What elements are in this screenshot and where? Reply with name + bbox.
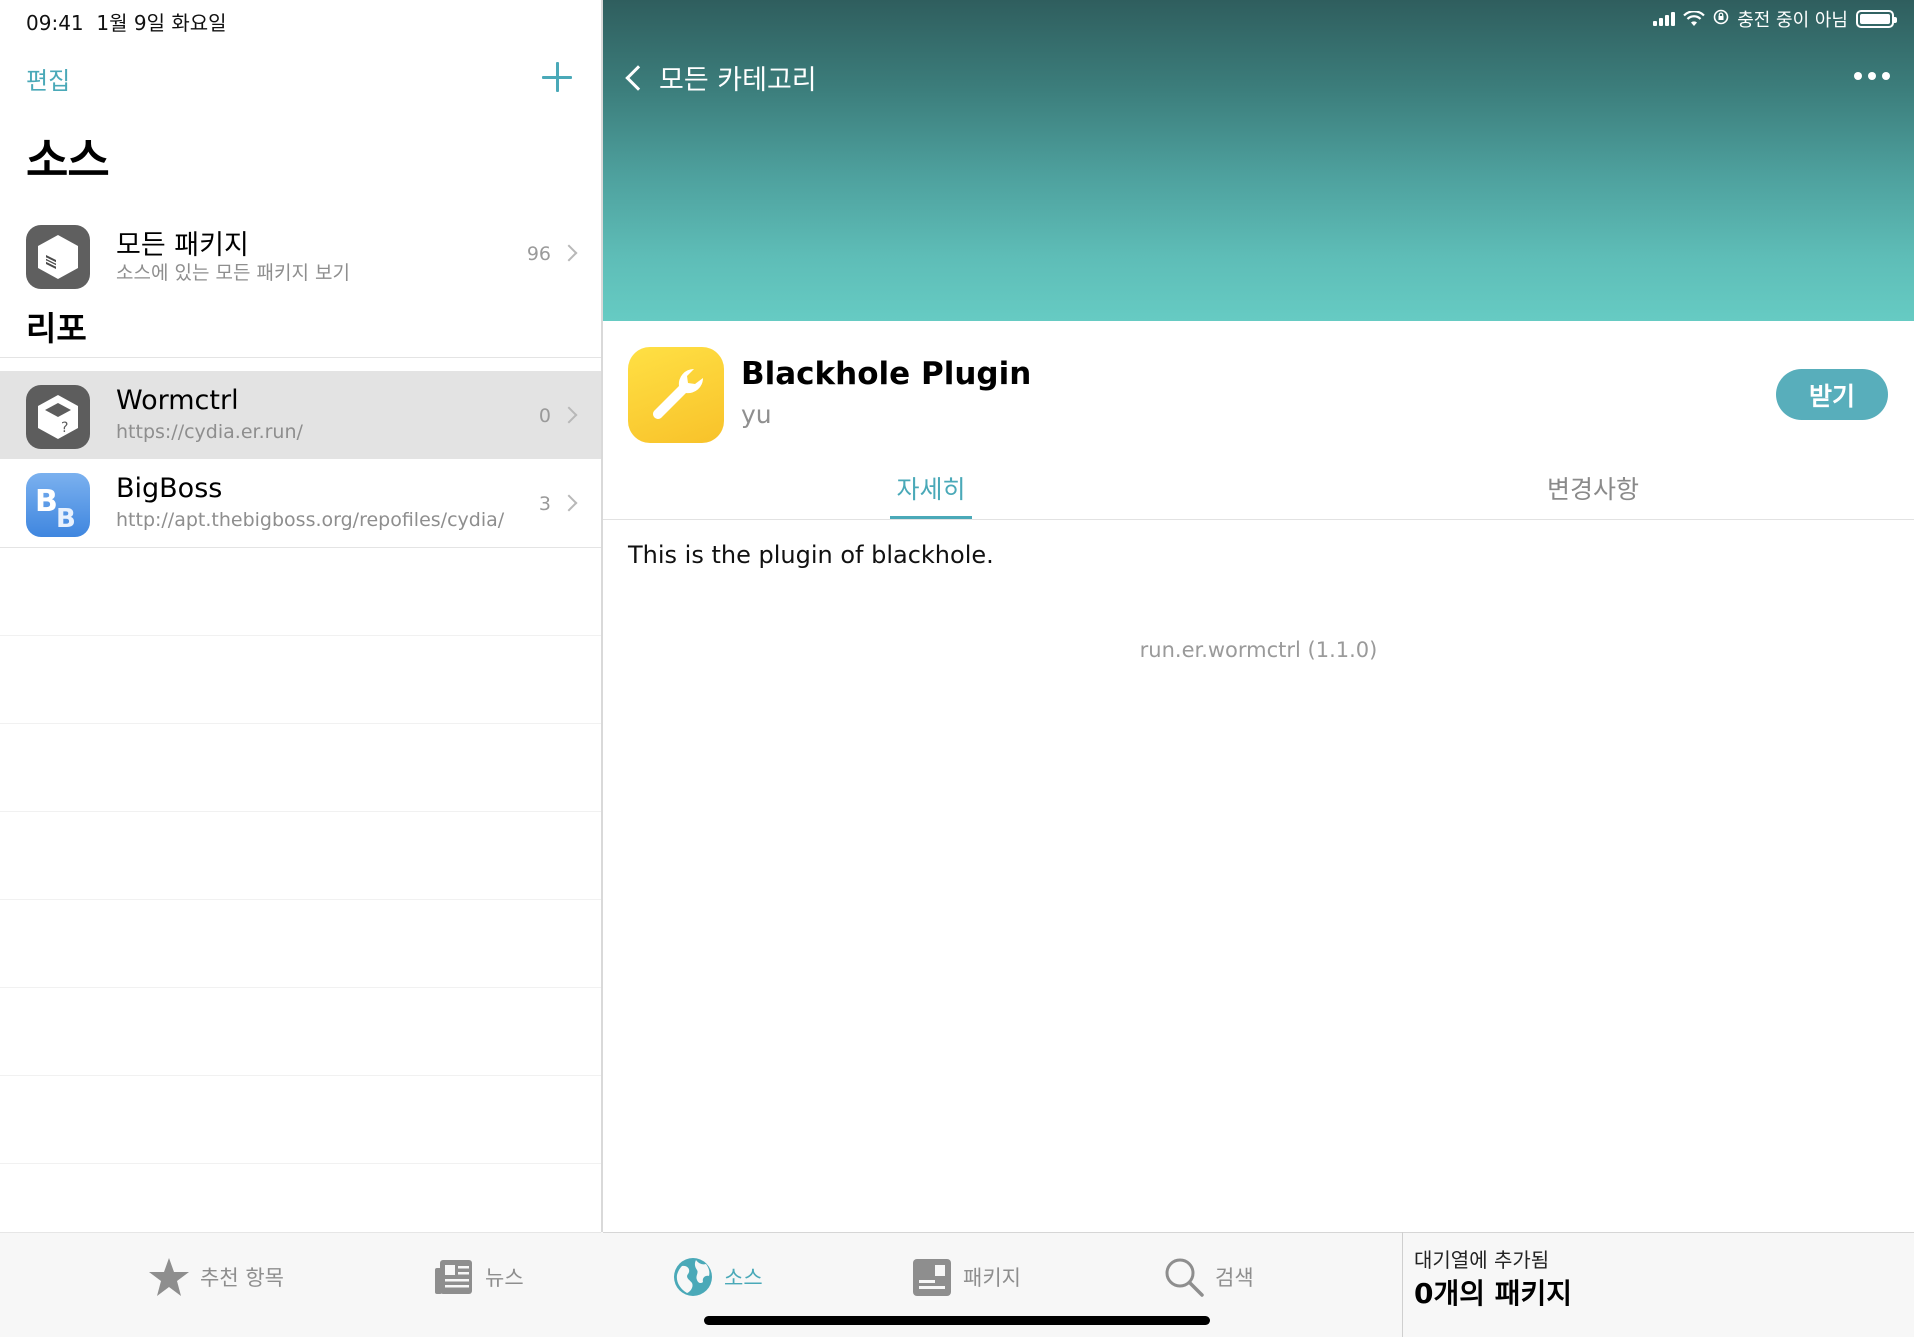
search-icon	[1163, 1256, 1205, 1298]
repo-count: 0	[538, 405, 551, 427]
package-detail: 충전 중이 아님 모든 카테고리 Blackhole Plugin yu 받기 …	[603, 0, 1914, 1232]
package-icon-wrench	[628, 347, 724, 443]
ellipsis-icon	[1854, 72, 1862, 80]
tab-bar: 추천 항목 뉴스 소스 패키지 검색 대기열에 추가됨 0개의 패키지	[0, 1232, 1914, 1337]
package-author: yu	[741, 400, 772, 429]
page-title: 소스	[26, 133, 110, 187]
repo-row-bigboss[interactable]: B B BigBoss http://apt.thebigboss.org/re…	[0, 459, 601, 547]
get-button[interactable]: 받기	[1776, 369, 1888, 420]
sources-sidebar: 09:41 1월 9일 화요일 편집 소스 모든 패키지 소스에 있는 모든 패…	[0, 0, 601, 1232]
tab-sources[interactable]: 소스	[672, 1254, 763, 1300]
queue-count[interactable]: 0개의 패키지	[1414, 1272, 1572, 1312]
repos-section-title: 리포	[26, 309, 87, 348]
tab-label: 추천 항목	[200, 1266, 284, 1290]
tab-label: 뉴스	[485, 1266, 524, 1290]
repo-name: Wormctrl	[116, 385, 239, 416]
repo-name: BigBoss	[116, 473, 223, 504]
package-identifier: run.er.wormctrl (1.1.0)	[1139, 638, 1378, 662]
bigboss-icon: B B	[26, 473, 90, 537]
tab-label: 검색	[1215, 1266, 1254, 1290]
package-icon	[911, 1256, 953, 1298]
all-packages-icon	[26, 225, 90, 289]
wifi-icon	[1683, 10, 1705, 27]
cellular-signal-icon	[1653, 12, 1676, 26]
tab-label: 패키지	[963, 1266, 1021, 1290]
back-button[interactable]: 모든 카테고리	[623, 58, 817, 97]
all-packages-name: 모든 패키지	[116, 230, 249, 261]
status-time: 09:41 1월 9일 화요일	[26, 11, 227, 35]
package-banner: 충전 중이 아님 모든 카테고리	[603, 0, 1914, 321]
chevron-right-icon	[560, 406, 578, 424]
svg-text:B: B	[56, 504, 76, 534]
all-packages-row[interactable]: 모든 패키지 소스에 있는 모든 패키지 보기 96	[0, 211, 601, 299]
battery-icon	[1856, 10, 1897, 28]
repo-row-wormctrl[interactable]: ? Wormctrl https://cydia.er.run/ 0	[0, 371, 601, 459]
tab-changes[interactable]: 변경사항	[1523, 470, 1663, 506]
chevron-left-icon	[625, 64, 651, 91]
globe-icon	[672, 1256, 714, 1298]
status-indicators: 충전 중이 아님	[1653, 6, 1897, 32]
add-source-button[interactable]	[542, 62, 572, 92]
news-icon	[433, 1256, 475, 1298]
queue-label[interactable]: 대기열에 추가됨	[1414, 1244, 1549, 1273]
home-indicator[interactable]	[704, 1316, 1210, 1325]
package-description: This is the plugin of blackhole.	[628, 541, 994, 569]
svg-text:B: B	[35, 484, 58, 519]
tab-details[interactable]: 자세히	[870, 470, 992, 506]
repo-url: http://apt.thebigboss.org/repofiles/cydi…	[116, 509, 505, 531]
star-icon	[148, 1256, 190, 1298]
repo-url: https://cydia.er.run/	[116, 421, 303, 443]
more-options-button[interactable]	[1854, 72, 1890, 80]
detail-tabs: 자세히 변경사항	[603, 460, 1914, 520]
chevron-right-icon	[560, 244, 578, 262]
tab-news[interactable]: 뉴스	[433, 1254, 524, 1300]
all-packages-subtitle: 소스에 있는 모든 패키지 보기	[116, 262, 350, 284]
edit-button[interactable]: 편집	[26, 61, 70, 96]
tab-label: 소스	[724, 1266, 763, 1290]
tab-packages[interactable]: 패키지	[911, 1254, 1021, 1300]
charging-status: 충전 중이 아님	[1737, 10, 1848, 31]
chevron-right-icon	[560, 494, 578, 512]
repo-count: 3	[538, 493, 551, 515]
orientation-lock-icon	[1713, 9, 1729, 30]
tab-featured[interactable]: 추천 항목	[148, 1254, 284, 1300]
tab-search[interactable]: 검색	[1163, 1254, 1254, 1300]
svg-text:?: ?	[61, 420, 68, 436]
wormctrl-icon: ?	[26, 385, 90, 449]
all-packages-count: 96	[526, 243, 551, 265]
package-name: Blackhole Plugin	[741, 356, 1032, 392]
back-label: 모든 카테고리	[659, 65, 817, 96]
